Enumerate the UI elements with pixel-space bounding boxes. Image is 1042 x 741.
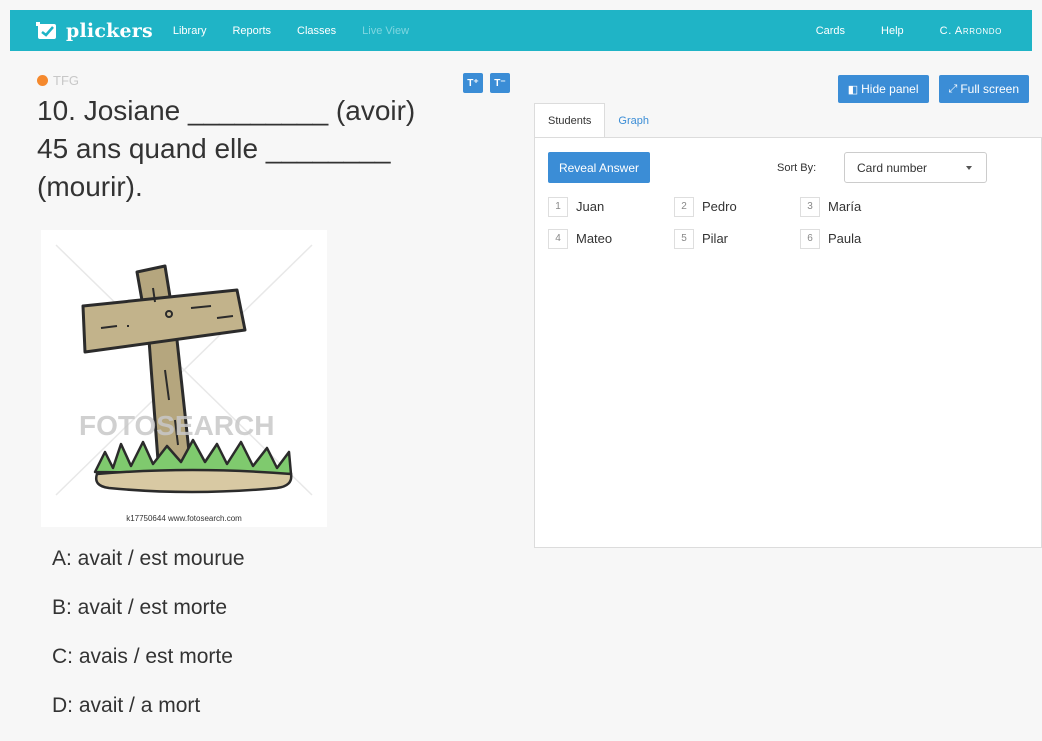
card-number: 4 [548,228,568,249]
tag-dot [37,75,48,86]
answer-a: A: avait / est mourue [52,547,245,570]
student-name: Mateo [576,231,613,246]
brand-name: plickers [66,19,153,42]
hide-panel-button[interactable]: ◧ Hide panel [837,75,929,103]
students-panel: Reveal Answer Sort By: Card number 1 Jua… [534,137,1042,548]
image-watermark: FOTOSEARCH [79,410,275,441]
question-text: 10. Josiane _________ (avoir) 45 ans qua… [37,92,457,206]
student-list: 1 Juan 2 Pedro 3 María 4 Mateo 5 Pilar 6… [548,196,928,249]
student-item[interactable]: 4 Mateo [548,228,674,249]
nav-live-view[interactable]: Live View [362,25,409,37]
nav-reports[interactable]: Reports [232,25,271,37]
question-line-1: 10. Josiane _________ (avoir) [37,95,416,126]
nav-cards[interactable]: Cards [816,25,845,37]
student-name: Juan [576,199,605,214]
student-name: Pedro [702,199,737,214]
card-number: 3 [800,196,820,217]
question-line-2: 45 ans quand elle ________ [37,133,391,164]
nav-help[interactable]: Help [881,25,904,37]
answer-d: D: avait / a mort [52,694,201,717]
increase-font-button[interactable]: T⁺ [463,73,483,93]
brand[interactable]: plickers [36,20,153,42]
question-line-3: (mourir). [37,171,143,202]
answer-list: A: avait / est mourue B: avait / est mor… [52,545,245,741]
fullscreen-label: Full screen [960,82,1019,96]
student-name: María [828,199,862,214]
student-item[interactable]: 2 Pedro [674,196,800,217]
card-number: 5 [674,228,694,249]
nav-user-menu[interactable]: C. Arrondo [940,25,1002,37]
plickers-logo-icon [36,21,56,39]
student-item[interactable]: 5 Pilar [674,228,800,249]
card-number: 2 [674,196,694,217]
student-item[interactable]: 6 Paula [800,228,926,249]
question-tag: TFG [37,73,79,88]
card-number: 6 [800,228,820,249]
tab-students[interactable]: Students [534,103,606,138]
tab-graph[interactable]: Graph [605,103,662,138]
answer-c: C: avais / est morte [52,645,233,668]
hide-panel-icon: ◧ [847,83,859,96]
answer-b: B: avait / est morte [52,596,228,619]
question-image: FOTOSEARCH k17750644 www.fotosearch.com [41,230,327,527]
decrease-font-button[interactable]: T⁻ [490,73,510,93]
sort-select[interactable]: Card number [844,152,987,183]
student-name: Pilar [702,231,729,246]
sort-select-value: Card number [857,160,928,175]
tag-label: TFG [53,73,79,88]
sort-by-label: Sort By: [777,162,817,174]
cross-grave-illustration: FOTOSEARCH [55,244,313,496]
image-caption: k17750644 www.fotosearch.com [126,514,242,523]
hide-panel-label: Hide panel [861,82,919,96]
nav-library[interactable]: Library [173,25,207,37]
top-navbar: plickers Library Reports Classes Live Vi… [10,10,1032,51]
student-item[interactable]: 1 Juan [548,196,674,217]
reveal-answer-button[interactable]: Reveal Answer [548,152,650,183]
card-number: 1 [548,196,568,217]
fullscreen-icon: ⤢ [948,82,958,95]
student-item[interactable]: 3 María [800,196,926,217]
student-name: Paula [828,231,862,246]
nav-classes[interactable]: Classes [297,25,336,37]
chevron-down-icon [966,166,972,170]
panel-tabs: Students Graph [534,103,662,138]
fullscreen-button[interactable]: ⤢ Full screen [938,75,1029,103]
